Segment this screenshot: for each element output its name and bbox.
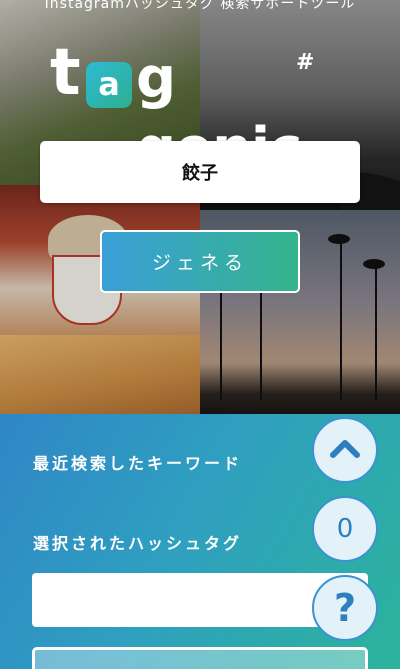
chevron-up-icon [329, 437, 361, 463]
logo-letter-t: t [50, 36, 81, 110]
hero-background: Instagramハッシュタグ 検索サポートツール t a g genic # … [0, 0, 400, 414]
tag-genic-logo[interactable]: t a g genic # [50, 36, 355, 181]
logo-badge: a [86, 62, 132, 108]
generate-button[interactable]: ジェネる [100, 230, 300, 293]
help-button[interactable]: ? [312, 575, 378, 641]
selected-count-button[interactable]: 0 [312, 496, 378, 562]
scroll-top-button[interactable] [312, 417, 378, 483]
copy-button[interactable] [32, 647, 368, 669]
recent-keywords-label: 最近検索したキーワード [33, 454, 243, 473]
keyword-input[interactable]: 餃子 [40, 141, 360, 203]
selected-hashtags-label: 選択されたハッシュタグ [33, 534, 243, 553]
logo-hash: # [296, 50, 315, 75]
tagline: Instagramハッシュタグ 検索サポートツール [44, 0, 356, 12]
